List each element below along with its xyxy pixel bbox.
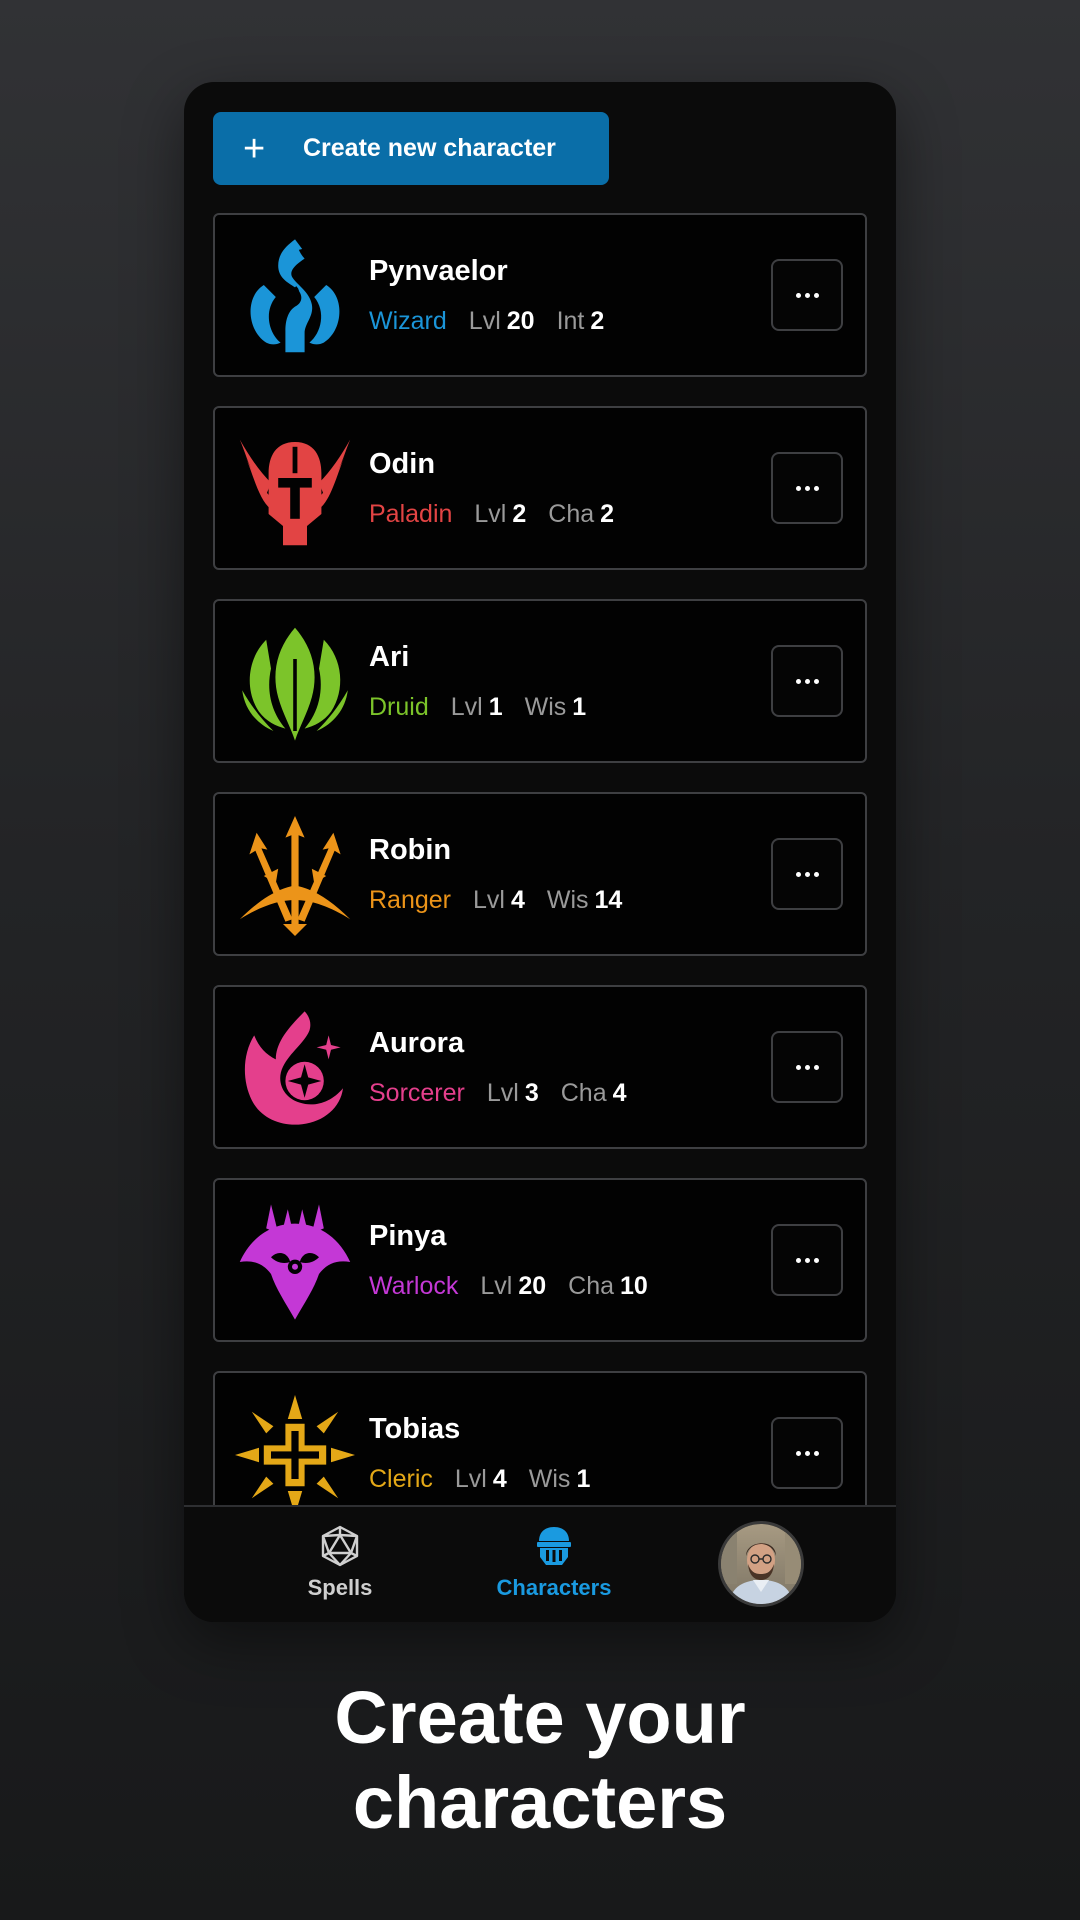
stat-value: 10 [620,1272,648,1300]
stat-label: Cha [568,1272,615,1300]
character-class: Wizard [369,307,447,335]
more-options-button[interactable] [771,1224,843,1296]
ellipsis-icon [795,292,801,298]
character-card[interactable]: Robin Ranger Lvl 4 Wis 14 [213,792,867,956]
character-meta: Wizard Lvl 20 Int 2 [369,307,626,336]
character-meta: Warlock Lvl 20 Cha 10 [369,1272,670,1301]
level-value: 1 [488,693,503,721]
character-class: Druid [369,693,429,721]
more-options-button[interactable] [771,1031,843,1103]
more-options-button[interactable] [771,452,843,524]
ellipsis-icon [795,1257,801,1263]
stat-label: Cha [560,1079,607,1107]
level-label: Lvl [468,307,501,335]
level-label: Lvl [480,1272,513,1300]
ranger-arrows-icon [235,816,355,936]
character-name: Odin [369,448,436,480]
ellipsis-icon [795,1064,801,1070]
level-label: Lvl [474,500,507,528]
headline-line-1: Create your [334,1676,746,1759]
avatar[interactable] [718,1521,804,1607]
stat-label: Wis [528,1465,571,1493]
character-name: Tobias [369,1413,461,1445]
headline-line-2: characters [352,1761,728,1844]
sorcerer-flame-icon [235,1009,355,1129]
character-name: Pinya [369,1220,447,1252]
paladin-helmet-icon [235,430,355,550]
ellipsis-icon [795,678,801,684]
character-meta: Paladin Lvl 2 Cha 2 [369,500,636,529]
level-value: 4 [492,1465,507,1493]
create-character-label: Create new character [303,134,556,162]
character-meta: Cleric Lvl 4 Wis 1 [369,1465,612,1494]
character-class: Sorcerer [369,1079,465,1107]
stat-label: Int [556,307,585,335]
more-options-button[interactable] [771,1417,843,1489]
stat-value: 2 [590,307,605,335]
character-card[interactable]: Pinya Warlock Lvl 20 Cha 10 [213,1178,867,1342]
character-card[interactable]: Odin Paladin Lvl 2 Cha 2 [213,406,867,570]
stat-value: 14 [594,886,623,914]
level-label: Lvl [486,1079,519,1107]
character-class: Ranger [369,886,451,914]
character-list[interactable]: Pynvaelor Wizard Lvl 20 Int 2 Odin Palad… [213,213,867,1505]
ellipsis-icon [795,1450,801,1456]
character-name: Ari [369,641,410,673]
character-card[interactable]: Pynvaelor Wizard Lvl 20 Int 2 [213,213,867,377]
level-value: 4 [510,886,525,914]
tab-characters[interactable]: Characters [474,1525,634,1601]
more-options-button[interactable] [771,838,843,910]
stat-value: 1 [572,693,587,721]
level-value: 20 [506,307,535,335]
promo-headline: Create your characters [0,1675,1080,1845]
plus-icon: + [243,127,266,170]
level-value: 3 [524,1079,539,1107]
tab-spells-label: Spells [307,1575,373,1600]
character-meta: Druid Lvl 1 Wis 1 [369,693,608,722]
character-card[interactable]: Ari Druid Lvl 1 Wis 1 [213,599,867,763]
ellipsis-icon [795,871,801,877]
character-card[interactable]: Aurora Sorcerer Lvl 3 Cha 4 [213,985,867,1149]
character-meta: Ranger Lvl 4 Wis 14 [369,886,644,915]
druid-leaf-icon [235,623,355,743]
character-name: Pynvaelor [369,255,508,287]
stat-value: 2 [600,500,615,528]
app-screen: + Create new character Pynvaelor Wizard [184,82,896,1622]
stat-value: 1 [576,1465,591,1493]
wizard-emblem-icon [235,237,355,357]
level-label: Lvl [473,886,505,914]
warlock-demon-icon [235,1202,355,1322]
more-options-button[interactable] [771,645,843,717]
character-name: Aurora [369,1027,465,1059]
d20-dice-icon [321,1525,359,1567]
stat-value: 4 [612,1079,627,1107]
stat-label: Wis [546,886,589,914]
create-character-button[interactable]: + Create new character [213,112,609,185]
character-class: Cleric [369,1465,433,1493]
character-class: Warlock [369,1272,459,1300]
character-name: Robin [369,834,452,866]
character-card[interactable]: Tobias Cleric Lvl 4 Wis 1 [213,1371,867,1505]
tab-spells[interactable]: Spells [280,1525,400,1601]
stat-label: Wis [524,693,567,721]
level-value: 2 [512,500,527,528]
level-label: Lvl [454,1465,487,1493]
more-options-button[interactable] [771,259,843,331]
level-value: 20 [518,1272,547,1300]
ellipsis-icon [795,485,801,491]
stat-label: Cha [548,500,595,528]
bottom-tab-bar: Spells Characters [184,1505,896,1622]
knight-helmet-icon [537,1527,571,1565]
character-meta: Sorcerer Lvl 3 Cha 4 [369,1079,649,1108]
tab-characters-label: Characters [496,1575,612,1600]
character-class: Paladin [369,500,453,528]
level-label: Lvl [450,693,483,721]
cleric-sun-icon [235,1395,355,1505]
